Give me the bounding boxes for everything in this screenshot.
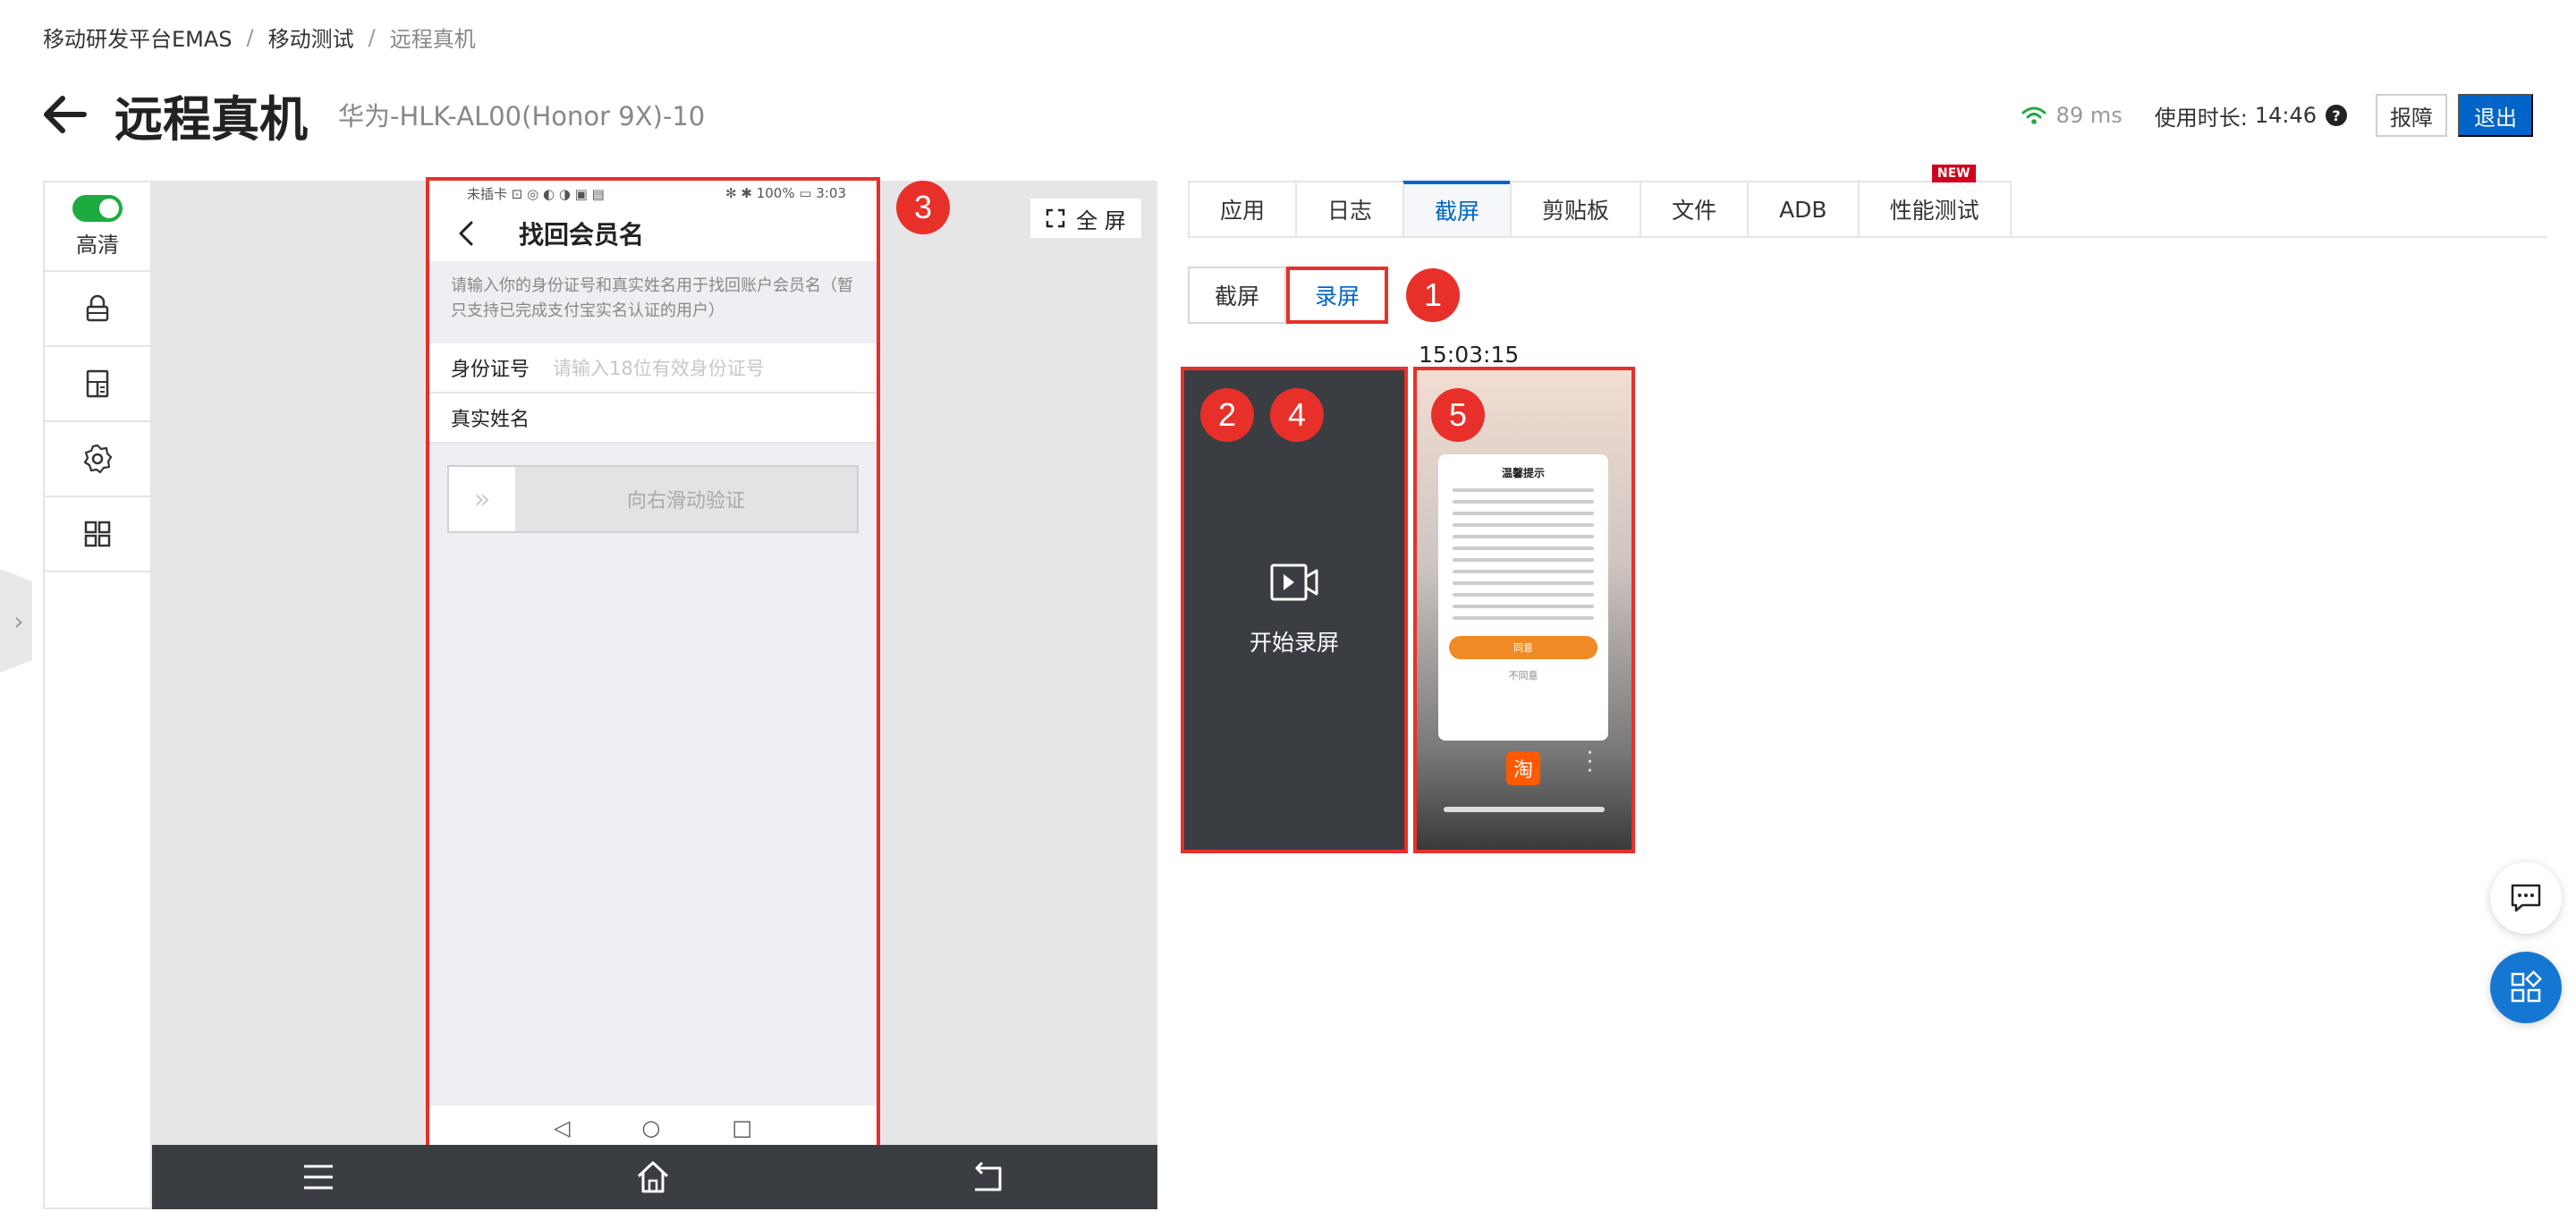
panel-expand-handle[interactable]: ›	[0, 569, 32, 673]
phone-nav-title: 找回会员名	[519, 220, 645, 250]
wifi-icon	[2021, 106, 2046, 124]
page-header: 远程真机 华为-HLK-AL00(Honor 9X)-10	[39, 82, 706, 148]
thumbnail-agree: 同意	[1449, 636, 1597, 659]
device-stage: 未插卡 ⊡ ◎ ◐ ◑ ▣ ▤ ✻ ✱ 100% ▭ 3:03 找回会员名 请输…	[152, 177, 1157, 1209]
start-recording-label: 开始录屏	[1249, 630, 1339, 656]
tab-apps[interactable]: 应用	[1188, 181, 1296, 238]
phone-nav-bar: 找回会员名	[429, 206, 877, 261]
slide-verify-text: 向右滑动验证	[626, 490, 745, 513]
device-control-bar	[152, 1145, 1157, 1209]
hd-toggle-item[interactable]: 高清	[45, 182, 150, 272]
video-record-icon	[1270, 563, 1318, 601]
recording-timestamp: 15:03:15	[1419, 342, 1520, 368]
thumbnail-dialog-title: 温馨提示	[1501, 467, 1545, 479]
return-icon[interactable]	[970, 1159, 1005, 1195]
phone-status-bar: 未插卡 ⊡ ◎ ◐ ◑ ▣ ▤ ✻ ✱ 100% ▭ 3:03	[429, 181, 877, 206]
tab-screenshot[interactable]: 截屏	[1402, 181, 1511, 238]
tab-clipboard[interactable]: 剪贴板	[1510, 181, 1640, 238]
tool-sidebar: 高清	[43, 181, 152, 1209]
tab-logs[interactable]: 日志	[1295, 181, 1403, 238]
usage-label: 使用时长:	[2154, 105, 2248, 131]
annotation-badge-1: 1	[1406, 268, 1460, 322]
capture-subtabs: 截屏 录屏	[1188, 267, 1389, 324]
phone-nav-home-icon[interactable]: ○	[641, 1115, 660, 1140]
breadcrumb: 移动研发平台EMAS / 移动测试 / 远程真机	[43, 21, 476, 53]
phone-status-right: ✻ ✱ 100% ▭ 3:03	[725, 185, 846, 201]
thumbnail-dialog: 温馨提示 同意 不同意	[1438, 454, 1608, 741]
phone-status-left: 未插卡 ⊡ ◎ ◐ ◑ ▣ ▤	[467, 185, 605, 202]
menu-icon[interactable]	[301, 1159, 336, 1195]
phone-system-nav: ◁ ○ □	[429, 1106, 877, 1150]
exit-button[interactable]: 退出	[2458, 94, 2533, 137]
taobao-logo: 淘	[1506, 751, 1540, 785]
sidebar-item-apps[interactable]	[45, 497, 150, 572]
id-number-placeholder: 请输入18位有效身份证号	[553, 358, 765, 379]
function-tabs: 应用 日志 截屏 剪贴板 文件 ADB 性能测试 NEW	[1188, 165, 2547, 238]
annotation-badge-4: 4	[1270, 388, 1324, 442]
home-icon[interactable]	[635, 1159, 671, 1195]
tab-performance-label: 性能测试	[1889, 198, 1979, 224]
subtab-screenshot[interactable]: 截屏	[1188, 267, 1287, 324]
breadcrumb-separator: /	[368, 24, 376, 50]
breadcrumb-item-current: 远程真机	[389, 27, 476, 52]
gear-icon	[83, 444, 113, 474]
thumbnail-disagree: 不同意	[1508, 670, 1538, 682]
phone-nav-recent-icon[interactable]: □	[732, 1115, 752, 1140]
new-badge: NEW	[1931, 165, 1976, 182]
tab-files[interactable]: 文件	[1640, 181, 1748, 238]
slide-verify-handle[interactable]: »	[449, 467, 515, 531]
slide-verify[interactable]: » 向右滑动验证	[447, 465, 859, 533]
sidebar-item-device-info[interactable]	[45, 347, 150, 422]
hd-toggle-switch[interactable]	[72, 194, 123, 222]
usage-time: 14:46	[2254, 103, 2317, 128]
sidebar-item-settings[interactable]	[45, 422, 150, 497]
real-name-field[interactable]: 真实姓名	[429, 394, 877, 444]
breadcrumb-item-emas[interactable]: 移动研发平台EMAS	[43, 21, 233, 53]
phone-back-icon[interactable]	[456, 220, 476, 247]
fullscreen-button[interactable]: 全 屏	[1030, 199, 1141, 238]
annotation-badge-3: 3	[896, 181, 950, 234]
grid-icon	[84, 521, 111, 547]
app-center-button[interactable]	[2490, 952, 2562, 1023]
gesture-bar	[1444, 807, 1605, 812]
session-status: 89 ms 使用时长: 14:46 ? 报障 退出	[2021, 93, 2533, 138]
phone-nav-back-icon[interactable]: ◁	[554, 1115, 570, 1140]
annotation-badge-2: 2	[1200, 388, 1254, 442]
device-name: 华为-HLK-AL00(Honor 9X)-10	[338, 101, 706, 131]
breadcrumb-separator: /	[246, 24, 254, 50]
latency-value: 89 ms	[2055, 103, 2123, 128]
phone-description: 请输入你的身份证号和真实姓名用于找回账户会员名（暂只支持已完成支付宝实名认证的用…	[429, 261, 877, 343]
chevron-right-icon: ›	[13, 606, 24, 636]
more-vertical-icon: · · ·	[1587, 742, 1593, 783]
hd-label: 高清	[76, 232, 119, 258]
back-arrow-icon[interactable]	[39, 89, 89, 140]
page-title: 远程真机	[114, 90, 308, 148]
tab-performance[interactable]: 性能测试 NEW	[1857, 165, 2012, 238]
id-number-label: 身份证号	[451, 359, 530, 381]
lock-icon	[86, 294, 109, 322]
chat-button[interactable]	[2490, 862, 2562, 934]
device-info-icon	[86, 369, 109, 398]
recording-thumbnail[interactable]: 温馨提示 同意 不同意 淘 · · ·	[1413, 367, 1635, 853]
sidebar-item-lock[interactable]	[45, 272, 150, 347]
help-icon[interactable]: ?	[2326, 105, 2347, 126]
tab-adb[interactable]: ADB	[1747, 181, 1858, 238]
real-name-label: 真实姓名	[451, 409, 530, 431]
report-issue-button[interactable]: 报障	[2376, 94, 2447, 137]
subtab-record[interactable]: 录屏	[1286, 267, 1389, 324]
breadcrumb-item-mobile-test[interactable]: 移动测试	[268, 21, 354, 53]
start-recording-button[interactable]: 开始录屏	[1181, 367, 1408, 853]
annotation-badge-5: 5	[1431, 388, 1485, 442]
chat-icon	[2511, 884, 2541, 912]
fullscreen-label: 全 屏	[1076, 208, 1126, 233]
apps-icon	[2511, 970, 2543, 1003]
id-number-field[interactable]: 身份证号 请输入18位有效身份证号	[429, 343, 877, 394]
expand-icon	[1046, 208, 1065, 228]
phone-screen[interactable]: 未插卡 ⊡ ◎ ◐ ◑ ▣ ▤ ✻ ✱ 100% ▭ 3:03 找回会员名 请输…	[426, 177, 880, 1154]
